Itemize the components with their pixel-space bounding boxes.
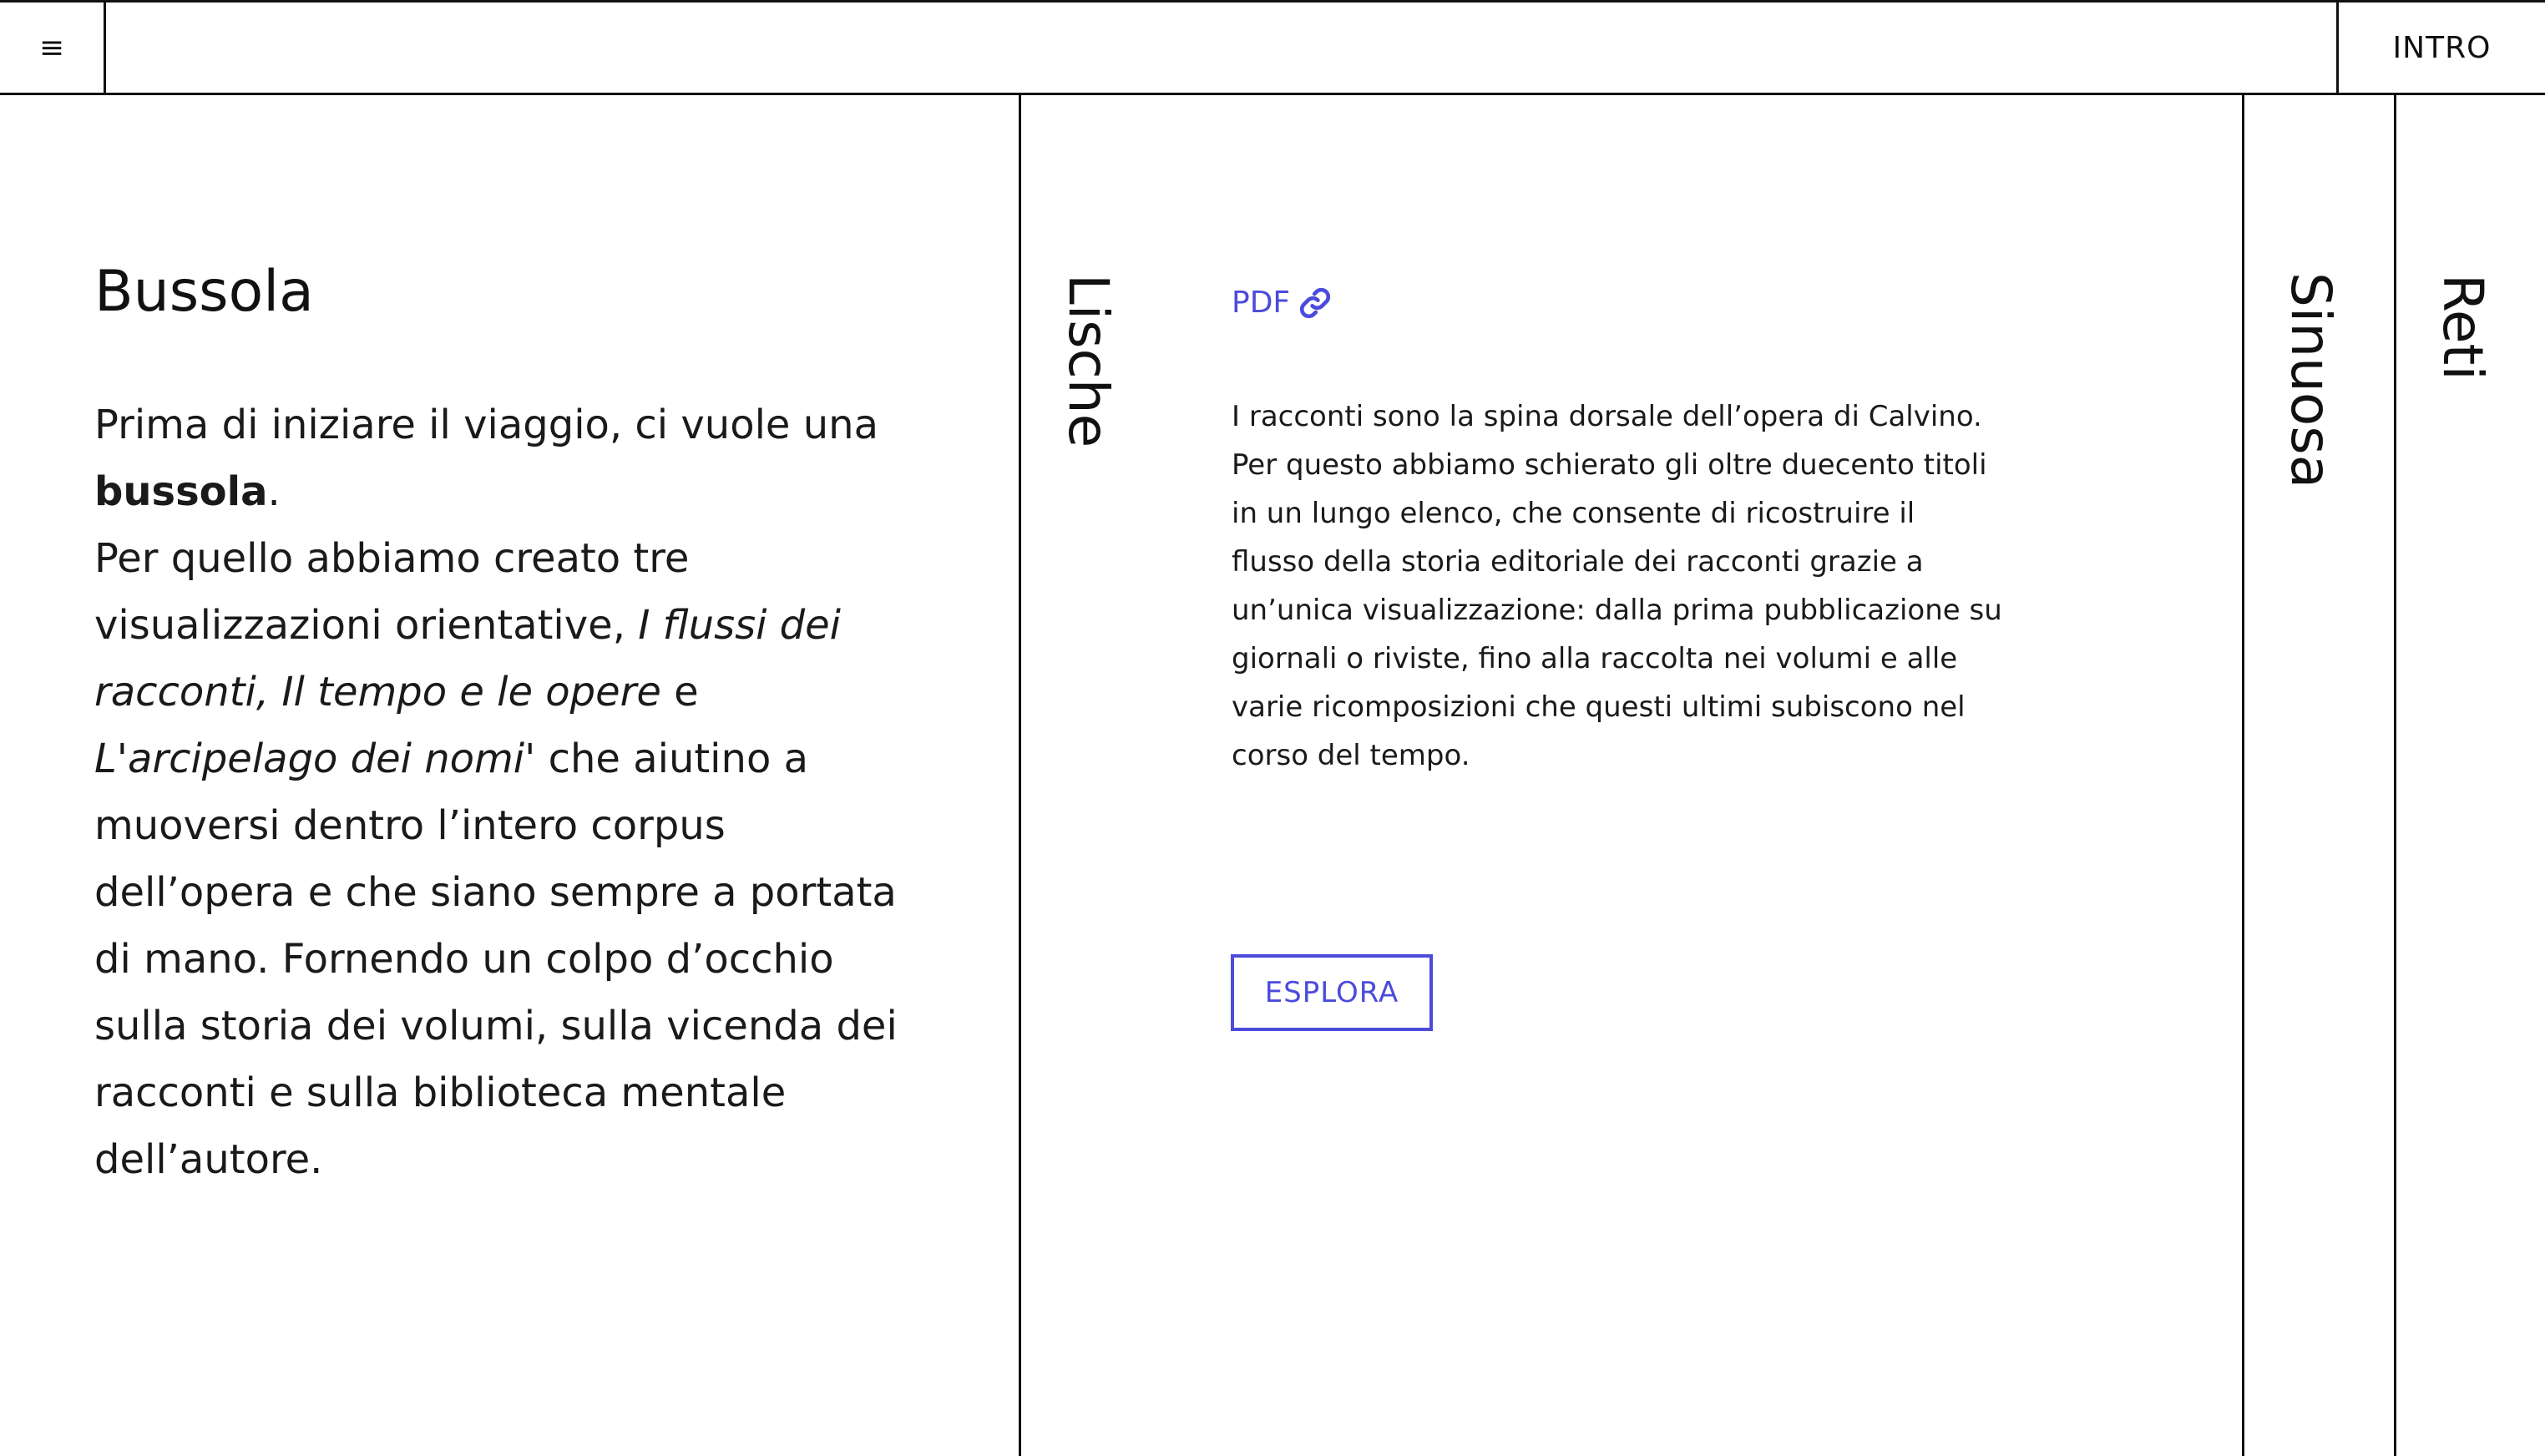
explore-button[interactable]: ESPLORA	[1231, 954, 1433, 1031]
bussola-text-segment: Per quello abbiamo creato tre visualizza…	[94, 535, 690, 649]
bussola-text-segment: e	[660, 669, 699, 715]
tab-reti[interactable]: Reti	[2431, 274, 2495, 381]
tab-sinuosa[interactable]: Sinuosa	[2279, 272, 2343, 488]
menu-button[interactable]: ≡	[0, 3, 106, 93]
column-divider	[2242, 95, 2244, 1456]
pdf-link[interactable]: PDF	[1232, 286, 1332, 320]
top-bar: ≡ INTRO	[0, 0, 2545, 95]
lische-description: I racconti sono la spina dorsale dell’op…	[1232, 400, 2002, 772]
hamburger-icon: ≡	[38, 30, 65, 65]
bussola-description: Prima di iniziare il viaggio, ci vuole u…	[94, 392, 938, 1193]
bussola-text-segment: che aiutino a muoversi dentro l’intero c…	[94, 736, 898, 1183]
bussola-title: Bussola	[94, 259, 314, 325]
bussola-italic-titles: L'arcipelago dei nomi'	[94, 736, 536, 782]
column-divider	[1019, 95, 1021, 1456]
tab-lische[interactable]: Lische	[1056, 274, 1121, 447]
intro-button[interactable]: INTRO	[2336, 3, 2545, 93]
pdf-label: PDF	[1232, 286, 1291, 320]
bussola-bold-term: bussola	[94, 468, 268, 515]
link-icon	[1300, 287, 1331, 318]
bussola-text-segment: .	[267, 468, 281, 515]
column-divider	[2394, 95, 2396, 1456]
bussola-text-segment: Prima di iniziare il viaggio, ci vuole u…	[94, 402, 878, 448]
